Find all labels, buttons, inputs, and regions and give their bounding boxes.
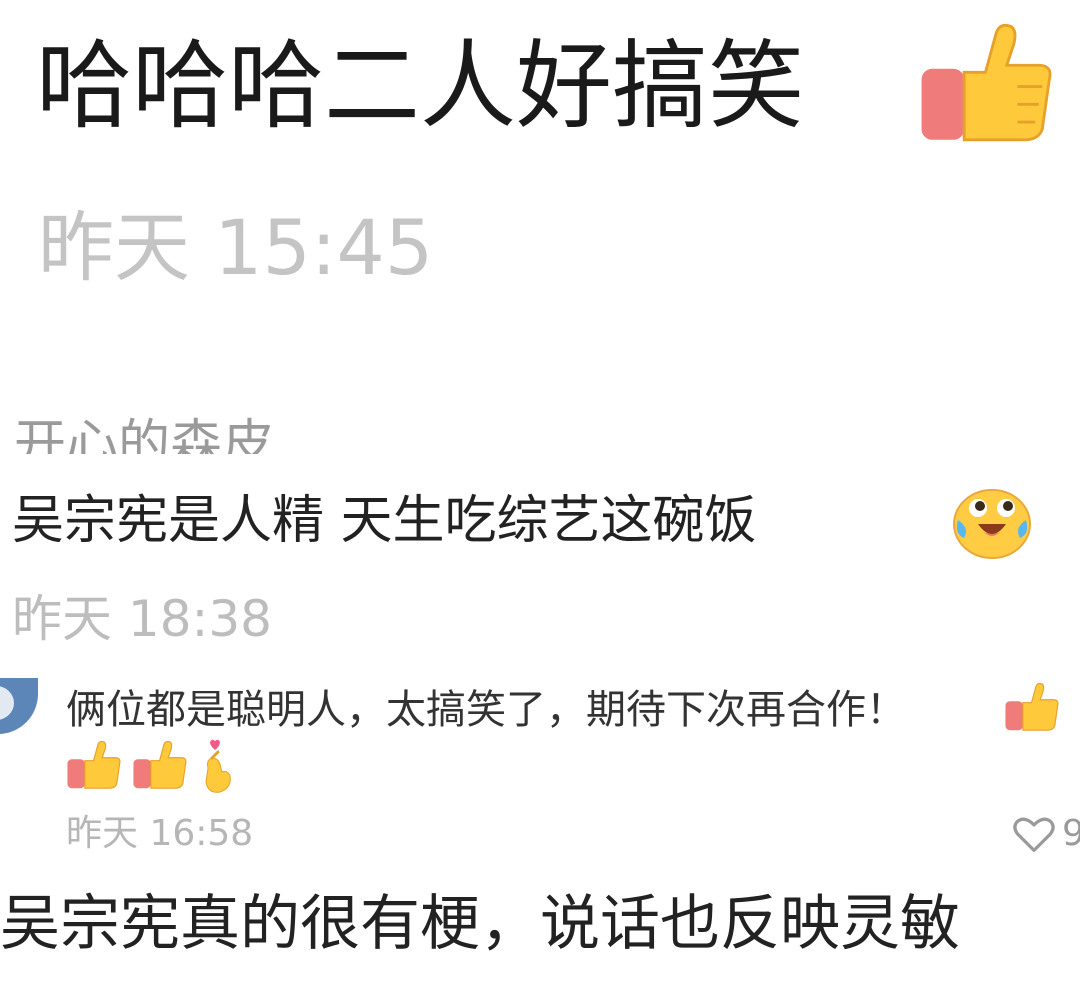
thumbs-up-icon [132,738,190,796]
heart-icon[interactable] [1012,814,1056,854]
thumbs-up-icon [1004,680,1062,734]
reply-time: 昨天 16:58 [66,813,254,854]
comment-time: 昨天 18:38 [12,590,272,648]
thumbs-up-icon [66,738,124,796]
emoji-row [66,738,238,796]
comment-text: 吴宗宪真的很有梗，说话也反映灵敏 [0,889,960,959]
comment-text: 哈哈哈二人好搞笑 [36,30,804,142]
username[interactable]: 开心的森皮 [14,410,274,454]
comment-time: 昨天 15:45 [38,203,434,292]
finger-heart-icon [198,738,238,796]
avatar[interactable] [0,678,38,734]
reply-text: 俩位都是聪明人，太搞笑了，期待下次再合作！ [66,687,906,733]
laughing-tears-icon [950,484,1034,562]
thumbs-up-icon [918,18,1060,148]
comment-text: 吴宗宪是人精 天生吃综艺这碗饭 [12,491,757,551]
like-count: 9 [1062,813,1080,854]
